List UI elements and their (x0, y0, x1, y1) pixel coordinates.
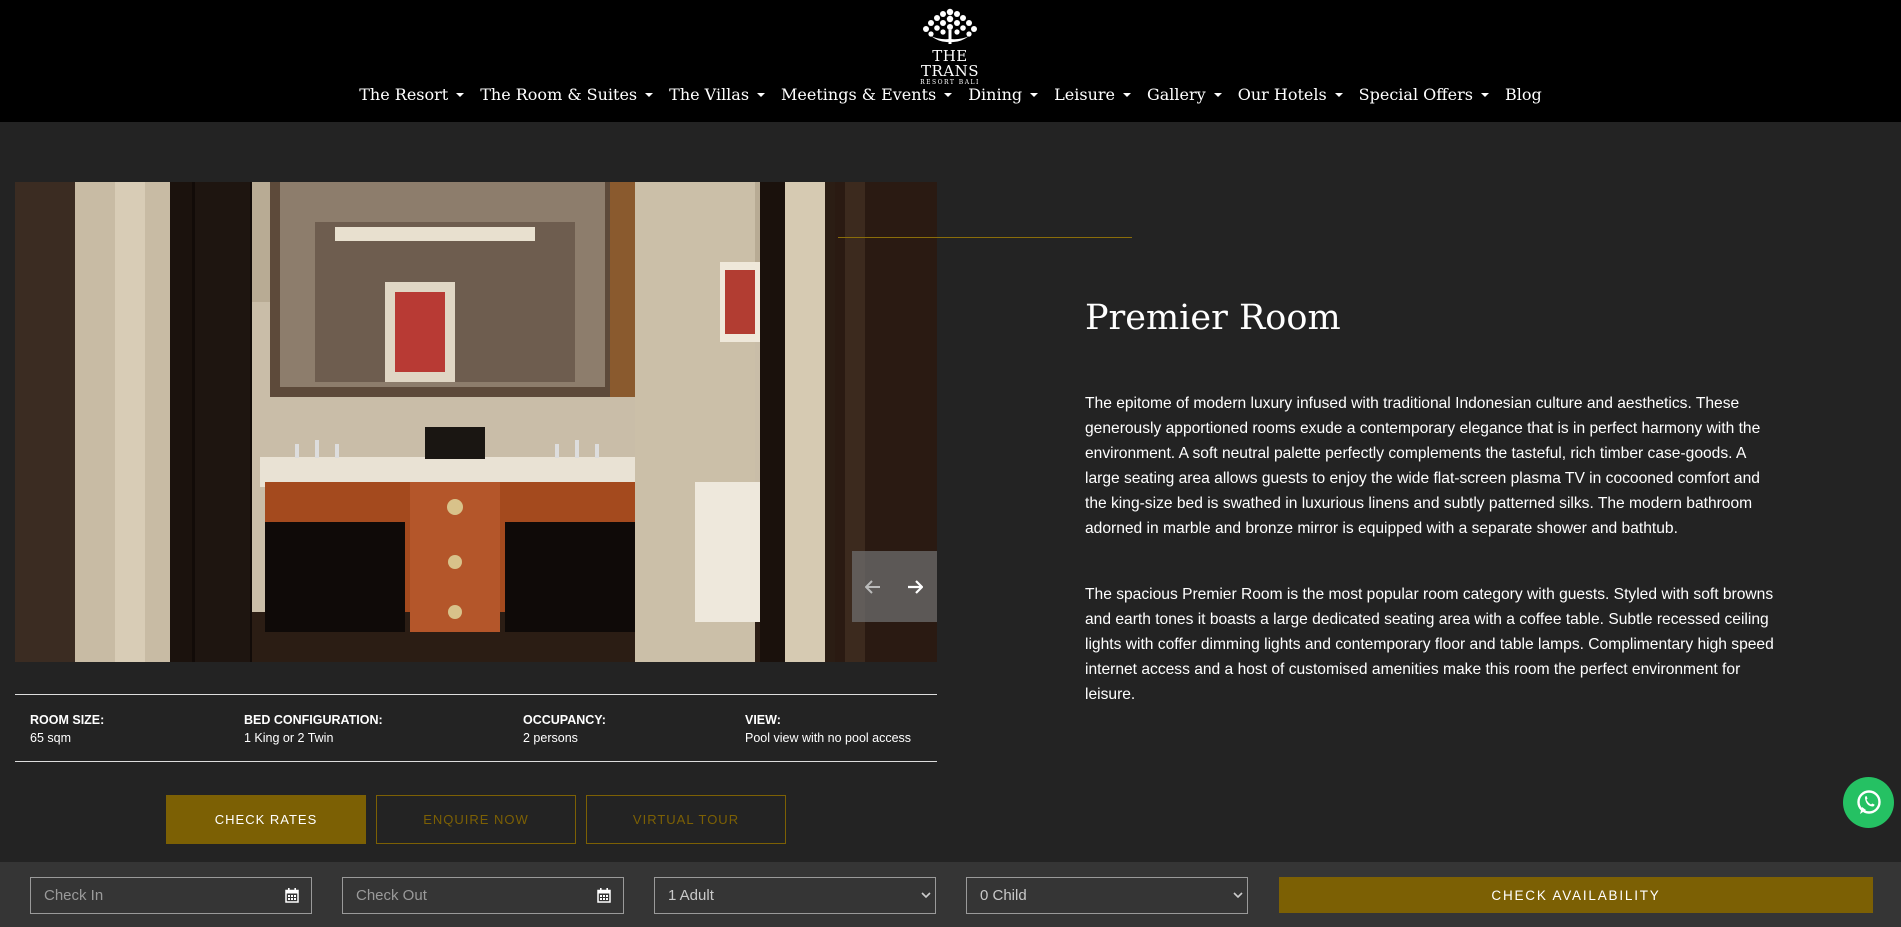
nav-item-label: Gallery (1146, 84, 1206, 104)
chevron-down-icon (921, 892, 931, 899)
nav-item-the-room-suites[interactable]: The Room & Suites (472, 82, 661, 106)
nav-item-label: The Room & Suites (480, 84, 638, 104)
room-specs: ROOM SIZE: 65 sqm BED CONFIGURATION: 1 K… (15, 694, 937, 762)
site-header: THE TRANS RESORT BALI The Resort The Room… (0, 0, 1901, 122)
nav-item-label: The Resort (359, 84, 449, 104)
caret-down-icon (645, 93, 654, 97)
room-photo-slider[interactable] (15, 182, 937, 662)
caret-down-icon (757, 93, 766, 97)
nav-item-label: Leisure (1054, 84, 1115, 104)
main-nav: The Resort The Room & Suites The Villas Mee… (0, 82, 1901, 106)
spec-room-size: ROOM SIZE: 65 sqm (30, 711, 104, 747)
check-out-field[interactable]: Check Out (342, 877, 624, 914)
spec-label: VIEW: (745, 713, 781, 727)
nav-item-label: The Villas (669, 84, 750, 104)
adults-value: 1 Adult (668, 887, 714, 904)
spec-value: 65 sqm (30, 731, 71, 745)
check-out-placeholder: Check Out (356, 887, 427, 904)
check-availability-button[interactable]: CHECK AVAILABILITY (1279, 877, 1873, 913)
spec-value: 1 King or 2 Twin (244, 731, 334, 745)
chevron-down-icon (1233, 892, 1243, 899)
caret-down-icon (1122, 93, 1131, 97)
calendar-icon (285, 888, 299, 903)
room-title: Premier Room (1085, 298, 1341, 338)
spec-view: VIEW: Pool view with no pool access (745, 711, 911, 747)
booking-bar: Check In Check Out 1 Adult 0 Child CHECK… (0, 862, 1901, 927)
caret-down-icon (1334, 93, 1343, 97)
children-value: 0 Child (980, 887, 1027, 904)
spec-occupancy: OCCUPANCY: 2 persons (523, 711, 606, 747)
nav-item-label: Meetings & Events (781, 84, 937, 104)
arrow-left-icon (865, 579, 880, 594)
caret-down-icon (944, 93, 953, 97)
spec-label: BED CONFIGURATION: (244, 713, 383, 727)
spec-label: ROOM SIZE: (30, 713, 105, 727)
nav-item-label: Blog (1504, 84, 1542, 104)
room-description-1: The epitome of modern luxury infused wit… (1085, 395, 1761, 537)
spec-value: 2 persons (523, 731, 578, 745)
nav-item-blog[interactable]: Blog (1497, 82, 1550, 106)
decorative-rule (838, 237, 1132, 238)
nav-item-label: Special Offers (1358, 84, 1473, 104)
enquire-now-button[interactable]: ENQUIRE NOW (376, 795, 576, 844)
spec-value: Pool view with no pool access (745, 731, 912, 745)
whatsapp-icon (1856, 789, 1881, 814)
check-in-field[interactable]: Check In (30, 877, 312, 914)
arrow-right-icon (908, 579, 923, 594)
caret-down-icon (1030, 93, 1039, 97)
brand-logo[interactable]: THE TRANS RESORT BALI (902, 6, 998, 86)
children-select[interactable]: 0 Child (966, 877, 1248, 914)
virtual-tour-button[interactable]: VIRTUAL TOUR (586, 795, 786, 844)
calendar-icon (597, 888, 611, 903)
room-description-2: The spacious Premier Room is the most po… (1085, 586, 1774, 703)
tree-logo-icon (923, 8, 977, 44)
whatsapp-button[interactable] (1843, 777, 1894, 828)
nav-item-leisure[interactable]: Leisure (1046, 82, 1139, 106)
nav-item-our-hotels[interactable]: Our Hotels (1230, 82, 1351, 106)
adults-select[interactable]: 1 Adult (654, 877, 936, 914)
nav-item-the-villas[interactable]: The Villas (661, 82, 773, 106)
check-rates-button[interactable]: CHECK RATES (166, 795, 366, 844)
nav-item-special-offers[interactable]: Special Offers (1351, 82, 1497, 106)
spec-label: OCCUPANCY: (523, 713, 606, 727)
slider-controls (852, 551, 937, 622)
caret-down-icon (1480, 93, 1489, 97)
bathroom-photo (15, 182, 937, 662)
nav-item-the-resort[interactable]: The Resort (351, 82, 472, 106)
caret-down-icon (456, 93, 465, 97)
caret-down-icon (1213, 93, 1222, 97)
nav-item-gallery[interactable]: Gallery (1139, 82, 1230, 106)
slider-next-button[interactable] (894, 551, 936, 622)
nav-item-label: Dining (968, 84, 1023, 104)
slider-prev-button[interactable] (852, 551, 894, 622)
check-in-placeholder: Check In (44, 887, 104, 904)
brand-title: THE TRANS (920, 47, 980, 80)
spec-bed-configuration: BED CONFIGURATION: 1 King or 2 Twin (244, 711, 383, 747)
nav-item-meetings-events[interactable]: Meetings & Events (773, 82, 960, 106)
nav-item-dining[interactable]: Dining (960, 82, 1046, 106)
nav-item-label: Our Hotels (1237, 84, 1327, 104)
